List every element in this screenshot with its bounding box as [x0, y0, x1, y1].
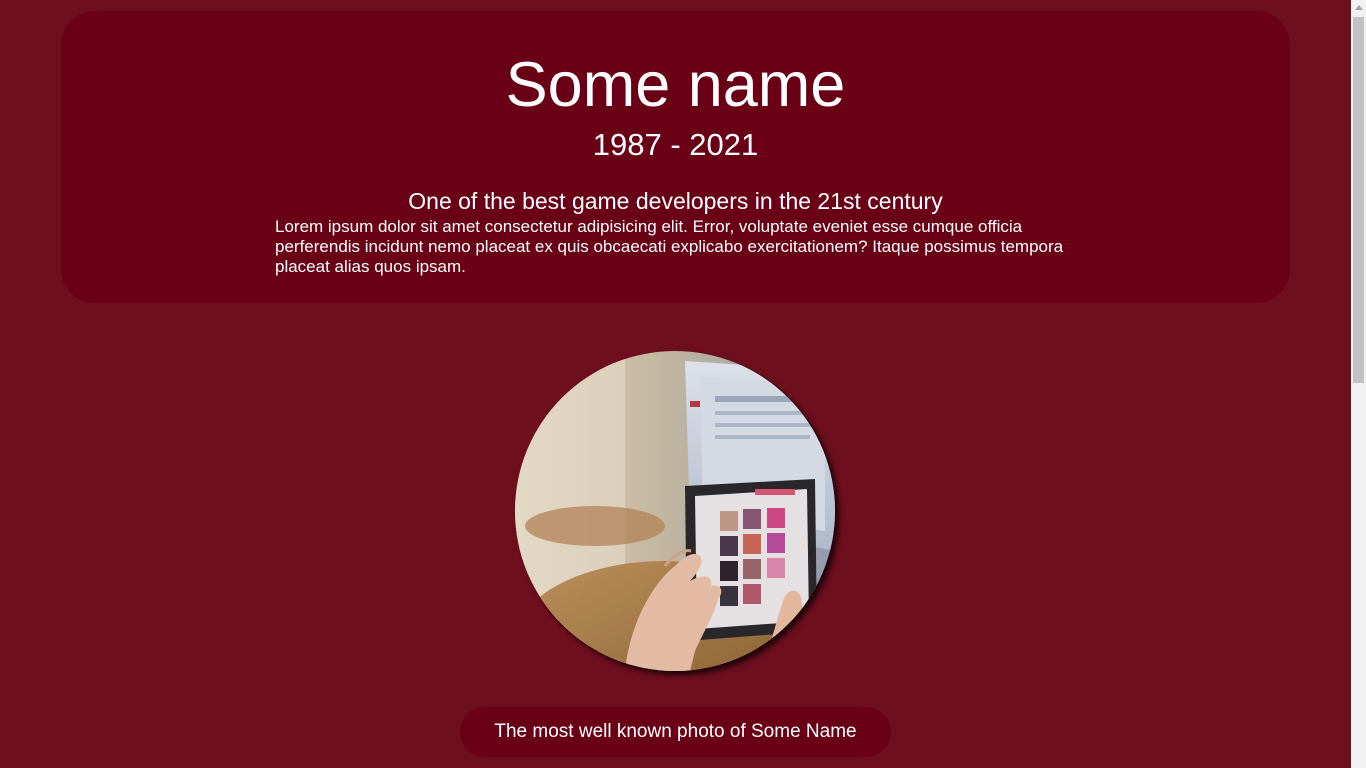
vertical-scrollbar[interactable]: [1351, 0, 1366, 768]
photo-caption: The most well known photo of Some Name: [460, 707, 891, 757]
scrollbar-thumb[interactable]: [1353, 17, 1364, 383]
photo-illustration: [515, 351, 835, 671]
tagline: One of the best game developers in the 2…: [408, 188, 943, 214]
header-card: Some name 1987 - 2021 One of the best ga…: [61, 11, 1290, 303]
life-years: 1987 - 2021: [592, 127, 759, 162]
profile-photo: [515, 351, 835, 671]
person-name: Some name: [505, 50, 846, 120]
scroll-up-arrow-icon[interactable]: [1355, 5, 1363, 10]
page: Some name 1987 - 2021 One of the best ga…: [0, 0, 1351, 768]
bio-text: Lorem ipsum dolor sit amet consectetur a…: [275, 217, 1064, 276]
